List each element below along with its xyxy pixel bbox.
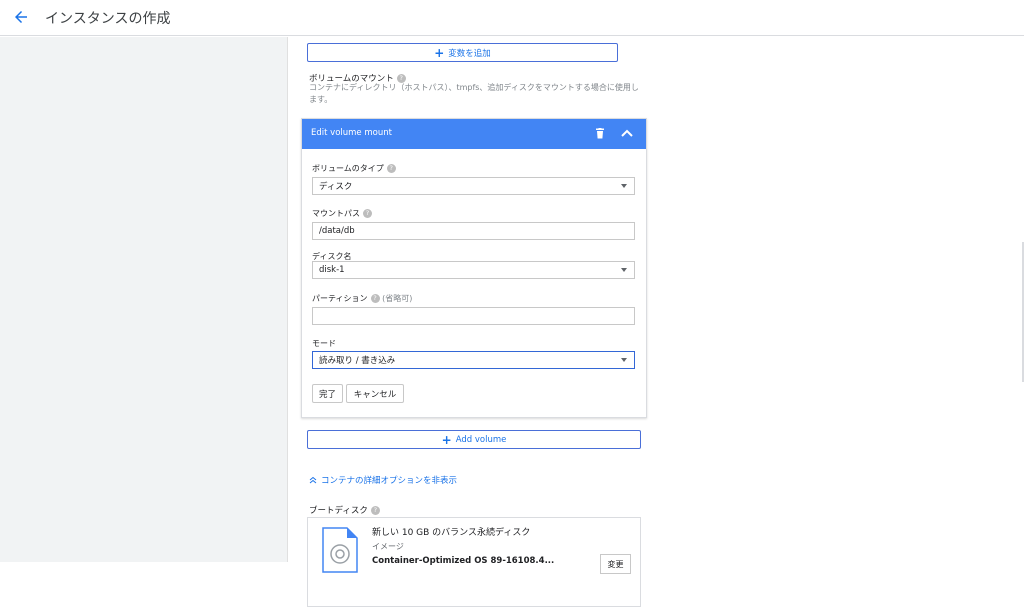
add-volume-button[interactable]: + Add volume bbox=[307, 430, 641, 449]
top-bar: インスタンスの作成 bbox=[0, 0, 1024, 36]
change-boot-disk-button[interactable]: 変更 bbox=[600, 554, 631, 574]
optional-tag: (省略可) bbox=[382, 294, 413, 303]
back-arrow-icon[interactable] bbox=[12, 8, 30, 26]
mount-path-label-text: マウントパス bbox=[312, 209, 360, 218]
boot-disk-os: Container-Optimized OS 89-16108.4... bbox=[372, 556, 555, 566]
add-variable-button[interactable]: + 変数を追加 bbox=[307, 43, 618, 62]
disk-image-icon bbox=[322, 527, 358, 573]
help-icon[interactable]: ? bbox=[363, 209, 372, 218]
disk-name-select[interactable]: disk-1 bbox=[312, 261, 635, 279]
mode-label: モード bbox=[312, 339, 336, 348]
partition-label: パーティション? (省略可) bbox=[312, 293, 412, 304]
double-chevron-up-icon bbox=[309, 476, 317, 484]
volume-mounts-description: コンテナにディレクトリ（ホストパス）、tmpfs、追加ディスクをマウントする場合… bbox=[309, 83, 639, 104]
card-title: Edit volume mount bbox=[311, 128, 392, 138]
plus-icon: + bbox=[434, 45, 445, 60]
add-variable-label: 変数を追加 bbox=[448, 48, 491, 59]
cancel-button[interactable]: キャンセル bbox=[346, 384, 404, 403]
volume-type-select[interactable]: ディスク bbox=[312, 177, 635, 195]
mount-path-value: /data/db bbox=[319, 226, 355, 236]
caret-down-icon bbox=[621, 358, 627, 362]
boot-disk-heading: ブートディスク? bbox=[309, 504, 380, 516]
chevron-up-icon[interactable] bbox=[621, 128, 633, 138]
hide-advanced-options-label: コンテナの詳細オプションを非表示 bbox=[321, 476, 458, 486]
partition-label-text: パーティション bbox=[312, 294, 368, 303]
caret-down-icon bbox=[621, 184, 627, 188]
main-content: + 変数を追加 ボリュームのマウント? コンテナにディレクトリ（ホストパス）、t… bbox=[289, 37, 1024, 607]
page-title: インスタンスの作成 bbox=[45, 11, 171, 27]
volume-type-label-text: ボリュームのタイプ bbox=[312, 164, 384, 173]
boot-disk-card: 新しい 10 GB のバランス永続ディスク イメージ Container-Opt… bbox=[307, 517, 641, 607]
mount-path-label: マウントパス? bbox=[312, 208, 372, 219]
caret-down-icon bbox=[621, 268, 627, 272]
edit-volume-mount-card: Edit volume mount ボリュームのタイプ? ディスク マウントパス… bbox=[301, 118, 647, 418]
boot-disk-name: 新しい 10 GB のバランス永続ディスク bbox=[372, 528, 531, 538]
boot-disk-image-label: イメージ bbox=[372, 542, 404, 551]
card-header: Edit volume mount bbox=[302, 119, 646, 149]
plus-icon: + bbox=[441, 432, 452, 447]
boot-disk-title: ブートディスク bbox=[309, 506, 368, 516]
partition-input[interactable] bbox=[312, 307, 635, 325]
help-icon[interactable]: ? bbox=[370, 506, 380, 515]
add-volume-label: Add volume bbox=[455, 434, 507, 445]
help-icon[interactable]: ? bbox=[386, 164, 396, 173]
mount-path-input[interactable]: /data/db bbox=[312, 222, 635, 240]
disk-name-value: disk-1 bbox=[319, 265, 345, 275]
help-icon[interactable]: ? bbox=[370, 294, 380, 303]
volume-type-value: ディスク bbox=[319, 182, 353, 192]
mode-select[interactable]: 読み取り / 書き込み bbox=[312, 351, 635, 369]
hide-advanced-options-link[interactable]: コンテナの詳細オプションを非表示 bbox=[309, 474, 457, 486]
volume-type-label: ボリュームのタイプ? bbox=[312, 163, 396, 174]
left-panel bbox=[0, 37, 288, 562]
trash-icon[interactable] bbox=[595, 128, 605, 139]
mode-value: 読み取り / 書き込み bbox=[319, 356, 396, 366]
done-button[interactable]: 完了 bbox=[312, 384, 343, 403]
